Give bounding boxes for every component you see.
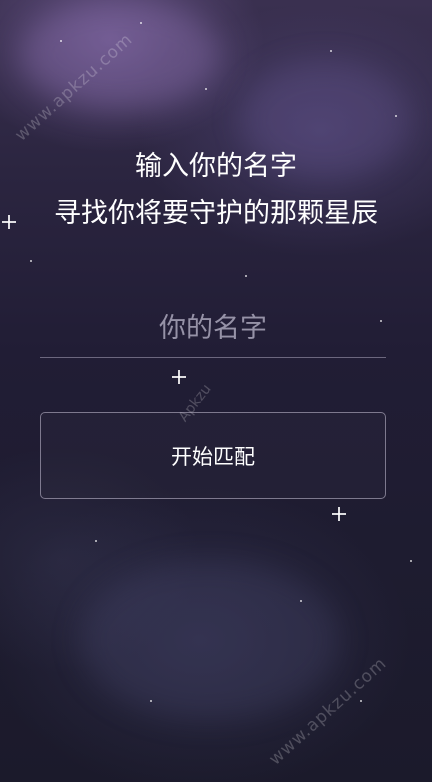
star: [300, 600, 302, 602]
star: [360, 700, 362, 702]
sparkle-star: [172, 370, 186, 384]
star: [410, 560, 412, 562]
star: [140, 22, 142, 24]
star: [395, 115, 397, 117]
star: [150, 700, 152, 702]
starry-background: www.apkzu.com Apkzu www.apkzu.com 输入你的名字…: [0, 0, 432, 782]
sparkle-star: [332, 507, 346, 521]
star: [95, 540, 97, 542]
nebula-cloud: [80, 560, 340, 720]
name-input[interactable]: [40, 300, 386, 358]
start-match-button[interactable]: 开始匹配: [40, 412, 386, 499]
watermark: www.apkzu.com: [11, 29, 137, 146]
headline-line-2: 寻找你将要守护的那颗星辰: [54, 198, 378, 229]
star: [205, 88, 207, 90]
headline-line-1: 输入你的名字: [135, 151, 297, 182]
star: [30, 260, 32, 262]
watermark: www.apkzu.com: [265, 653, 391, 770]
star: [60, 40, 62, 42]
star: [245, 275, 247, 277]
star: [330, 50, 332, 52]
